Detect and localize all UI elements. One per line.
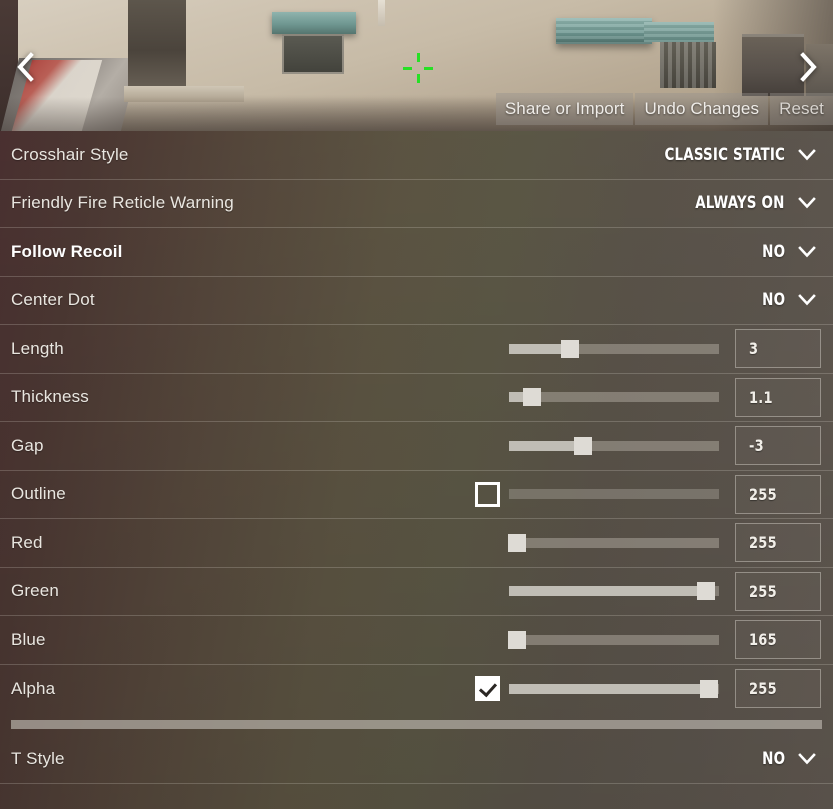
value-text-green: 255 (749, 581, 777, 601)
settings-row-label-center-dot: Center Dot (11, 290, 95, 310)
slider-track (509, 537, 719, 548)
settings-row-center-dot[interactable]: Center Dot NO (0, 277, 833, 325)
share-or-import-button[interactable]: Share or Import (495, 93, 634, 125)
slider-track (509, 489, 719, 500)
settings-row-label-alpha: Alpha (11, 678, 56, 698)
horizontal-scrollbar-container (0, 713, 833, 735)
slider-track (509, 634, 719, 645)
dropdown-value-center-dot: NO (761, 290, 785, 311)
value-input-green[interactable]: 255 (735, 571, 821, 611)
crosshair-settings-page: Share or Import Undo Changes Reset Cross… (0, 0, 833, 809)
value-input-length[interactable]: 3 (735, 329, 821, 369)
value-input-alpha[interactable]: 255 (735, 669, 821, 709)
settings-row-green[interactable]: Green 255 (0, 568, 833, 616)
chevron-down-icon (798, 148, 816, 161)
slider-green[interactable] (509, 579, 719, 603)
settings-row-label-t-style: T Style (11, 748, 65, 768)
chevron-right-icon[interactable] (791, 50, 825, 84)
chevron-down-icon (798, 197, 816, 209)
slider-fill (509, 586, 707, 597)
value-text-alpha: 255 (749, 679, 777, 699)
slider-handle[interactable] (697, 582, 716, 601)
settings-row-follow-recoil[interactable]: Follow Recoil NO (0, 228, 833, 277)
value-text-length: 3 (749, 339, 759, 359)
slider-length[interactable] (509, 337, 719, 361)
settings-row-gap[interactable]: Gap -3 (0, 422, 833, 471)
settings-row-label-blue: Blue (11, 629, 46, 649)
value-input-red[interactable]: 255 (735, 523, 821, 563)
dropdown-value-friendly-fire-reticle-warning: ALWAYS ON (695, 193, 785, 214)
slider-red[interactable] (508, 531, 719, 555)
value-input-gap[interactable]: -3 (735, 426, 821, 466)
settings-row-label-length: Length (11, 338, 64, 358)
horizontal-scrollbar[interactable] (11, 719, 822, 729)
value-text-outline: 255 (749, 484, 777, 504)
dropdown-value-t-style: NO (761, 748, 785, 769)
slider-handle[interactable] (508, 533, 527, 552)
settings-row-label-green: Green (11, 581, 59, 601)
settings-list: Crosshair Style CLASSIC STATIC Friendly Fi… (0, 131, 833, 784)
slider-alpha[interactable] (509, 677, 719, 701)
dropdown-crosshair-style[interactable]: CLASSIC STATIC (648, 145, 833, 165)
chevron-down-icon (798, 752, 816, 765)
slider-handle[interactable] (699, 679, 718, 698)
slider-outline[interactable] (509, 482, 719, 506)
slider-blue[interactable] (508, 628, 719, 652)
slider-handle[interactable] (560, 339, 579, 358)
settings-row-alpha[interactable]: Alpha 255 (0, 665, 833, 714)
settings-row-label-red: Red (11, 532, 43, 552)
slider-handle[interactable] (523, 388, 542, 407)
slider-fill (509, 440, 583, 451)
value-text-thickness: 1.1 (749, 387, 773, 407)
value-input-outline[interactable]: 255 (735, 474, 821, 514)
value-input-thickness[interactable]: 1.1 (735, 377, 821, 417)
slider-thickness[interactable] (509, 385, 719, 409)
settings-row-red[interactable]: Red 255 (0, 519, 833, 568)
dropdown-center-dot[interactable]: NO (759, 290, 833, 310)
value-text-red: 255 (749, 533, 777, 553)
settings-row-label-friendly-fire-reticle-warning: Friendly Fire Reticle Warning (11, 193, 234, 213)
reset-button[interactable]: Reset (770, 93, 833, 125)
dropdown-value-follow-recoil: NO (761, 241, 785, 262)
settings-row-label-gap: Gap (11, 435, 44, 455)
dropdown-t-style[interactable]: NO (759, 749, 833, 769)
settings-row-outline[interactable]: Outline 255 (0, 471, 833, 519)
value-text-blue: 165 (749, 630, 777, 650)
settings-row-label-crosshair-style: Crosshair Style (11, 144, 129, 164)
settings-row-label-follow-recoil: Follow Recoil (11, 241, 123, 261)
chevron-down-icon (798, 245, 816, 258)
slider-fill (509, 683, 709, 694)
settings-row-t-style[interactable]: T Style NO (0, 735, 833, 784)
settings-row-blue[interactable]: Blue 165 (0, 616, 833, 665)
settings-row-friendly-fire-reticle-warning[interactable]: Friendly Fire Reticle Warning ALWAYS ON (0, 180, 833, 228)
slider-gap[interactable] (509, 434, 719, 458)
chevron-left-icon[interactable] (8, 50, 42, 84)
checkbox-alpha[interactable] (475, 676, 500, 702)
settings-row-length[interactable]: Length 3 (0, 325, 833, 374)
chevron-down-icon (798, 294, 816, 306)
preview-action-buttons: Share or Import Undo Changes Reset (495, 93, 833, 125)
settings-row-crosshair-style[interactable]: Crosshair Style CLASSIC STATIC (0, 131, 833, 180)
settings-row-label-thickness: Thickness (11, 387, 89, 407)
dropdown-follow-recoil[interactable]: NO (759, 242, 833, 262)
slider-handle[interactable] (573, 436, 592, 455)
undo-changes-button[interactable]: Undo Changes (635, 93, 769, 125)
value-input-blue[interactable]: 165 (735, 620, 821, 660)
dropdown-friendly-fire-reticle-warning[interactable]: ALWAYS ON (683, 193, 833, 213)
dropdown-value-crosshair-style: CLASSIC STATIC (664, 144, 785, 165)
settings-row-thickness[interactable]: Thickness 1.1 (0, 374, 833, 422)
checkbox-outline[interactable] (475, 481, 500, 507)
slider-handle[interactable] (508, 630, 527, 649)
settings-row-label-outline: Outline (11, 484, 66, 504)
crosshair-preview: Share or Import Undo Changes Reset (0, 0, 833, 131)
value-text-gap: -3 (749, 436, 764, 456)
